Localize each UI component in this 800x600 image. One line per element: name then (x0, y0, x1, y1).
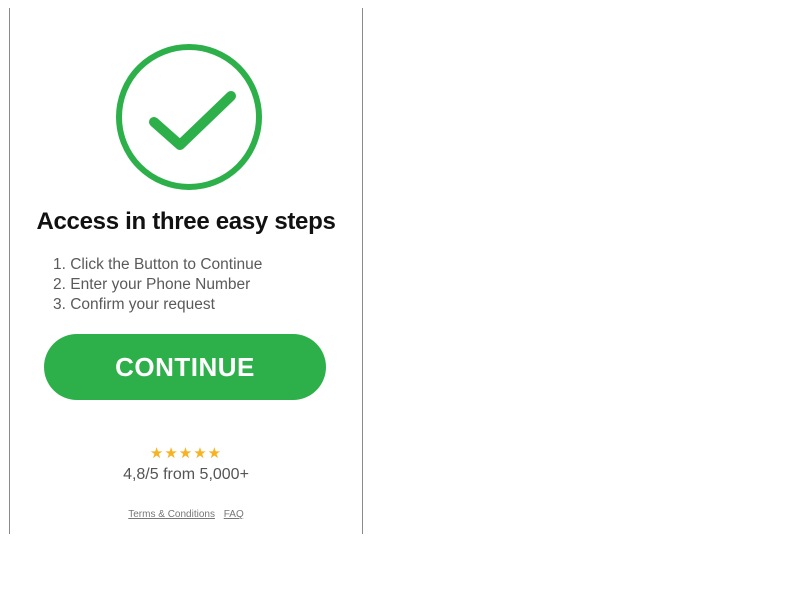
check-circle-icon (114, 42, 264, 192)
page-title: Access in three easy steps (36, 208, 336, 235)
steps-list: 1. Click the Button to Continue 2. Enter… (53, 255, 262, 315)
rating-stars-icon: ★★★★★ (149, 444, 223, 462)
terms-link[interactable]: Terms & Conditions (128, 509, 215, 520)
footer-links: Terms & Conditions FAQ (10, 509, 362, 520)
rating-text: 4,8/5 from 5,000+ (123, 466, 249, 483)
faq-link[interactable]: FAQ (224, 509, 244, 520)
landing-panel: Access in three easy steps 1. Click the … (9, 8, 363, 534)
step-item: 2. Enter your Phone Number (53, 276, 251, 293)
step-item: 1. Click the Button to Continue (53, 256, 263, 273)
step-item: 3. Confirm your request (53, 296, 215, 313)
continue-button[interactable]: CONTINUE (44, 334, 326, 400)
